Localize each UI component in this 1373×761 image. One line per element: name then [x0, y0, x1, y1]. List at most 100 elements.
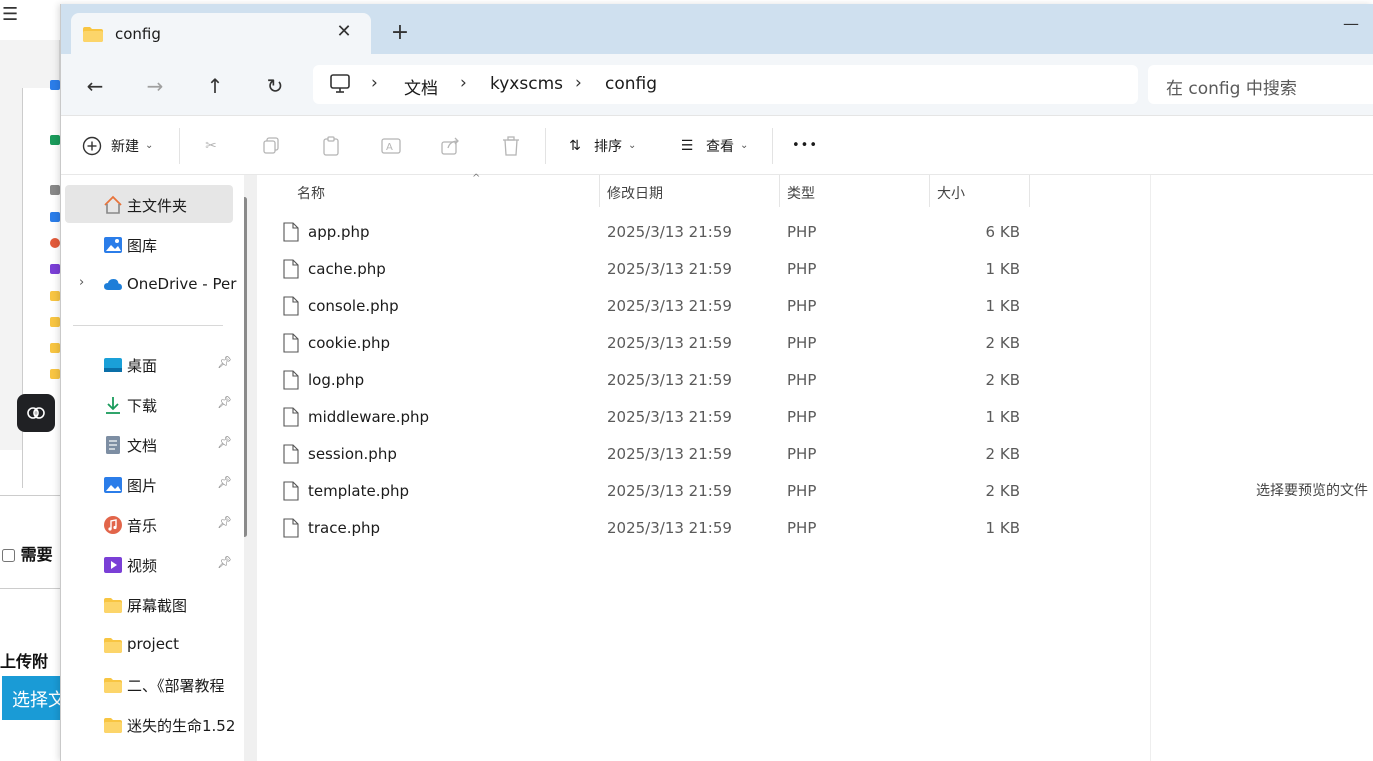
delete-button[interactable]: [500, 116, 522, 175]
file-date: 2025/3/13 21:59: [607, 223, 732, 241]
pin-icon[interactable]: 📌︎: [217, 555, 232, 569]
background-icon: [50, 317, 60, 327]
file-row[interactable]: log.php 2025/3/13 21:59 PHP 2 KB: [279, 363, 1029, 397]
toolbar-divider: [772, 128, 773, 164]
background-icon: [50, 343, 60, 353]
file-type: PHP: [787, 297, 817, 315]
file-date: 2025/3/13 21:59: [607, 260, 732, 278]
column-header-name[interactable]: 名称 ^: [289, 173, 600, 207]
sidebar-item-gallery[interactable]: 图库: [65, 225, 233, 263]
sidebar-item-screenshots[interactable]: 屏幕截图: [65, 585, 233, 623]
chevron-down-icon: ⌄: [145, 140, 154, 151]
copy-button[interactable]: [260, 116, 282, 175]
pin-icon[interactable]: 📌︎: [217, 475, 232, 489]
file-size: 1 KB: [985, 297, 1020, 315]
file-name: cookie.php: [308, 334, 391, 352]
sidebar-item-music[interactable]: 音乐 📌︎: [65, 505, 233, 543]
breadcrumb-kyxscms[interactable]: kyxscms: [490, 74, 563, 94]
column-divider[interactable]: [1029, 175, 1030, 207]
file-row[interactable]: session.php 2025/3/13 21:59 PHP 2 KB: [279, 437, 1029, 471]
pin-icon[interactable]: 📌︎: [217, 395, 232, 409]
file-name: log.php: [308, 371, 365, 389]
sidebar-item-downloads[interactable]: 下载 📌︎: [65, 385, 233, 423]
arrow-left-icon[interactable]: ←: [81, 72, 109, 100]
background-divider: [0, 495, 60, 496]
new-button[interactable]: 新建 ⌄: [81, 116, 153, 175]
preview-message: 选择要预览的文件: [1256, 483, 1368, 499]
tab-title: config: [115, 25, 161, 43]
chevron-right-icon: ›: [460, 73, 467, 93]
file-type: PHP: [787, 260, 817, 278]
sidebar-item-lost-life[interactable]: 迷失的生命1.52: [65, 705, 235, 743]
copy-icon: [260, 135, 282, 157]
file-row[interactable]: cookie.php 2025/3/13 21:59 PHP 2 KB: [279, 326, 1029, 360]
menu-icon[interactable]: ☰: [2, 4, 24, 25]
plus-icon[interactable]: +: [389, 22, 411, 44]
sort-button[interactable]: ⇅ 排序 ⌄: [564, 116, 636, 175]
arrow-up-icon[interactable]: ↑: [201, 72, 229, 100]
file-size: 2 KB: [985, 334, 1020, 352]
sidebar-item-project[interactable]: project: [65, 625, 233, 663]
sidebar-item-videos[interactable]: 视频 📌︎: [65, 545, 233, 583]
sidebar-item-desktop[interactable]: 桌面 📌︎: [65, 345, 233, 383]
column-size-label: 大小: [937, 186, 965, 202]
chevron-right-icon: ›: [371, 73, 378, 93]
chevron-right-icon[interactable]: ›: [79, 275, 84, 290]
minimize-icon[interactable]: —: [1343, 14, 1363, 33]
column-date-label: 修改日期: [607, 186, 663, 202]
refresh-icon[interactable]: ↻: [261, 72, 289, 100]
sidebar-item-label: 视频: [127, 557, 158, 575]
background-icon: [50, 212, 60, 222]
column-header-date[interactable]: 修改日期: [599, 175, 779, 207]
address-bar[interactable]: › 文档 › kyxscms › config: [313, 65, 1138, 104]
sidebar-item-deploy-tutorial[interactable]: 二、《部署教程: [65, 665, 233, 703]
download-icon: [106, 397, 120, 414]
file-type: PHP: [787, 408, 817, 426]
pin-icon[interactable]: 📌︎: [217, 435, 232, 449]
arrow-right-icon[interactable]: →: [141, 72, 169, 100]
search-placeholder: 在 config 中搜索: [1166, 79, 1297, 99]
rename-button[interactable]: A: [380, 116, 402, 175]
sidebar-item-onedrive[interactable]: › OneDrive - Per: [65, 265, 236, 303]
checkbox[interactable]: [2, 549, 15, 562]
column-header-size[interactable]: 大小: [929, 175, 1029, 207]
sidebar-item-label: 文档: [127, 437, 158, 455]
sidebar-item-documents[interactable]: 文档 📌︎: [65, 425, 233, 463]
scissors-icon: ✂: [205, 137, 217, 154]
background-icon: [50, 238, 60, 248]
share-button[interactable]: [440, 116, 462, 175]
pin-icon[interactable]: 📌︎: [217, 355, 232, 369]
more-options-button[interactable]: •••: [792, 116, 818, 175]
desktop-icon: [104, 358, 122, 372]
file-row[interactable]: app.php 2025/3/13 21:59 PHP 6 KB: [279, 215, 1029, 249]
file-name: session.php: [308, 445, 397, 463]
file-row[interactable]: trace.php 2025/3/13 21:59 PHP 1 KB: [279, 511, 1029, 545]
folder-icon: [83, 27, 103, 42]
column-header-type[interactable]: 类型: [779, 175, 929, 207]
file-row[interactable]: middleware.php 2025/3/13 21:59 PHP 1 KB: [279, 400, 1029, 434]
search-input[interactable]: 在 config 中搜索: [1148, 65, 1373, 104]
file-name: template.php: [308, 482, 410, 500]
checkbox-label: 需要: [20, 545, 53, 564]
breadcrumb-documents[interactable]: 文档: [404, 74, 438, 99]
view-button[interactable]: ☰ 查看 ⌄: [676, 116, 749, 175]
background-icon: [50, 264, 60, 274]
file-row[interactable]: template.php 2025/3/13 21:59 PHP 2 KB: [279, 474, 1029, 508]
tab-config[interactable]: config ✕: [71, 13, 371, 54]
sidebar-item-pictures[interactable]: 图片 📌︎: [65, 465, 233, 503]
sidebar-item-home[interactable]: 主文件夹: [65, 185, 233, 223]
pin-icon[interactable]: 📌︎: [217, 515, 232, 529]
chevron-down-icon: ⌄: [628, 140, 637, 151]
brain-icon[interactable]: [17, 394, 55, 432]
toolbar-divider: [179, 128, 180, 164]
close-icon[interactable]: ✕: [333, 21, 355, 43]
file-row[interactable]: console.php 2025/3/13 21:59 PHP 1 KB: [279, 289, 1029, 323]
choose-file-button[interactable]: 选择文: [2, 676, 60, 720]
file-icon: [283, 370, 299, 390]
background-checkbox[interactable]: 需要: [2, 541, 53, 565]
breadcrumb-config[interactable]: config: [605, 74, 657, 94]
file-row[interactable]: cache.php 2025/3/13 21:59 PHP 1 KB: [279, 252, 1029, 286]
file-icon: [283, 222, 299, 242]
paste-button[interactable]: [320, 116, 342, 175]
cut-button[interactable]: ✂: [200, 116, 222, 175]
